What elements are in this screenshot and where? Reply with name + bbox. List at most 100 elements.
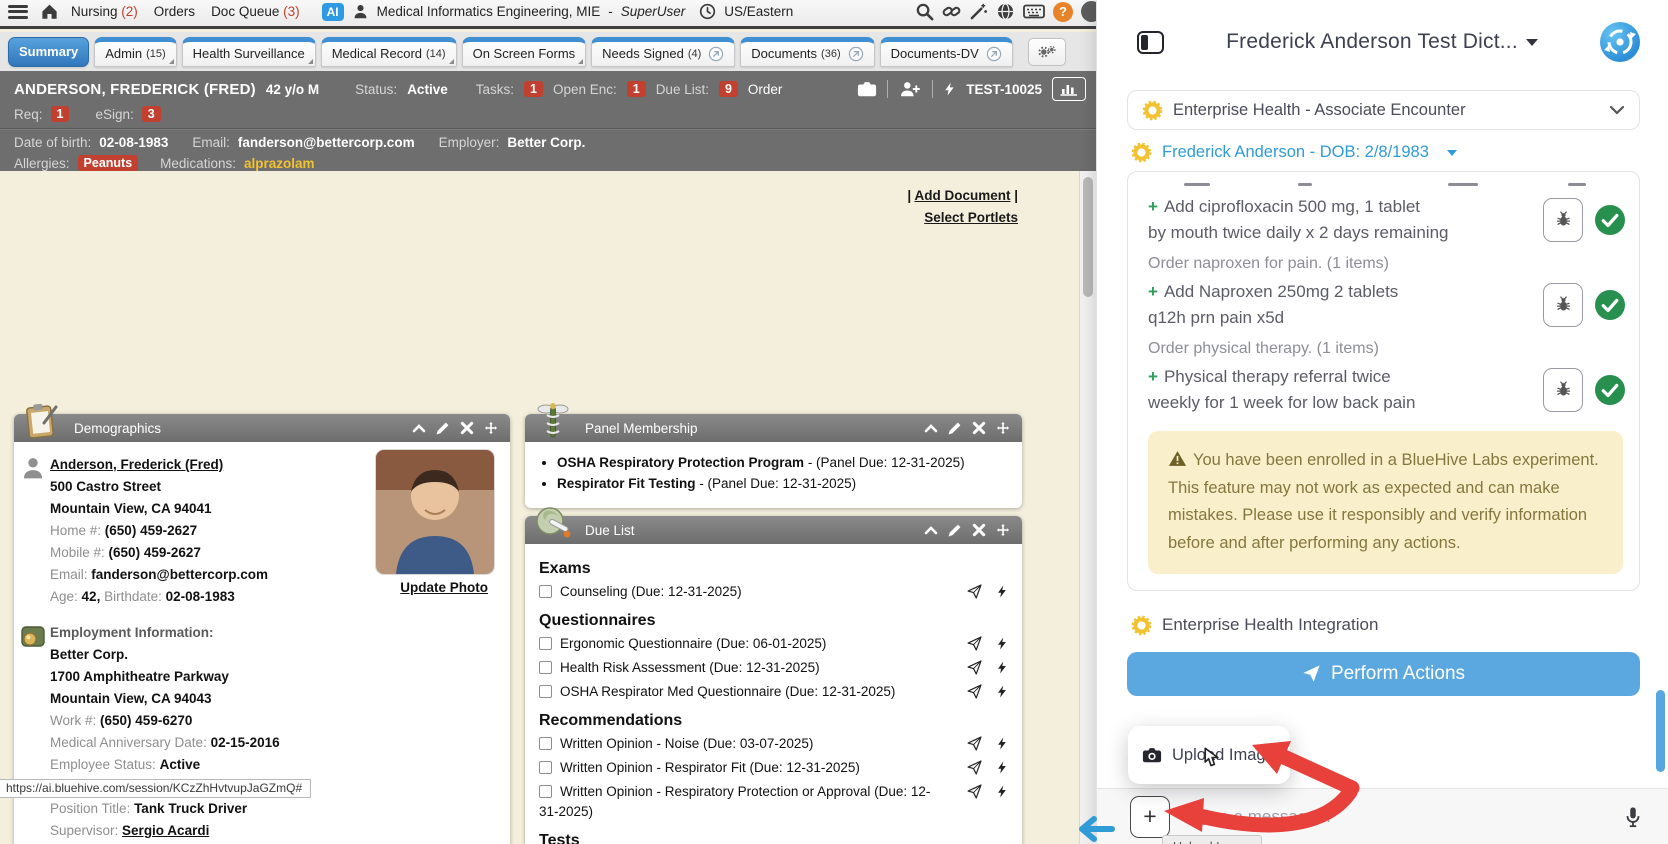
debug-button[interactable] bbox=[1543, 368, 1583, 412]
video-camera-icon[interactable] bbox=[857, 80, 877, 98]
move-icon[interactable] bbox=[996, 523, 1010, 537]
checkbox[interactable] bbox=[539, 685, 552, 698]
send-order-icon[interactable] bbox=[967, 760, 982, 775]
eh-scrollbar[interactable] bbox=[1079, 171, 1096, 844]
tab-needs-signed[interactable]: Needs Signed(4) bbox=[591, 37, 735, 67]
nav-orders[interactable]: Orders bbox=[154, 4, 195, 19]
screen: Nursing (2) Orders Doc Queue (3) AI Medi… bbox=[0, 0, 1668, 844]
encounter-card[interactable]: Enterprise Health - Associate Encounter bbox=[1127, 90, 1640, 130]
status-url: https://ai.bluehive.com/session/KCzZhHvt… bbox=[0, 779, 311, 798]
tab-settings-button[interactable] bbox=[1028, 38, 1066, 66]
wand-icon[interactable] bbox=[969, 2, 988, 21]
collapse-icon[interactable] bbox=[924, 523, 938, 537]
allergy-badge[interactable]: Peanuts bbox=[78, 155, 139, 171]
checkbox[interactable] bbox=[539, 761, 552, 774]
quick-action-icon[interactable] bbox=[996, 784, 1008, 799]
order-link[interactable]: Order bbox=[748, 82, 783, 97]
due-list-badge[interactable]: 9 bbox=[719, 81, 738, 97]
help-icon[interactable]: ? bbox=[1053, 2, 1073, 22]
avatar[interactable] bbox=[1081, 1, 1096, 22]
edit-icon[interactable] bbox=[948, 421, 962, 435]
move-icon[interactable] bbox=[484, 421, 498, 435]
collapse-icon[interactable] bbox=[412, 421, 426, 435]
medication-value[interactable]: alprazolam bbox=[244, 156, 315, 171]
tab-medical-record[interactable]: Medical Record(14) bbox=[321, 37, 457, 67]
send-order-icon[interactable] bbox=[967, 636, 982, 651]
home-icon[interactable] bbox=[40, 2, 59, 21]
checkbox[interactable] bbox=[539, 661, 552, 674]
add-person-icon[interactable] bbox=[898, 80, 922, 98]
tasks-badge[interactable]: 1 bbox=[524, 81, 543, 97]
quick-action-icon[interactable] bbox=[996, 636, 1008, 651]
integration-sun-icon bbox=[1131, 615, 1152, 636]
sidebar-toggle-icon[interactable] bbox=[1137, 31, 1164, 54]
action-group-header: Order physical therapy. (1 items) bbox=[1148, 340, 1625, 358]
esign-badge[interactable]: 3 bbox=[142, 106, 161, 122]
due-list-icon bbox=[533, 503, 573, 543]
link-icon[interactable] bbox=[942, 2, 961, 21]
quick-action-icon[interactable] bbox=[996, 684, 1008, 699]
open-external-icon[interactable] bbox=[986, 46, 1002, 62]
open-external-icon[interactable] bbox=[708, 46, 724, 62]
clock-icon[interactable] bbox=[699, 2, 716, 21]
debug-button[interactable] bbox=[1543, 283, 1583, 327]
close-icon[interactable] bbox=[972, 421, 986, 435]
checkbox[interactable] bbox=[539, 585, 552, 598]
tab-on-screen-forms[interactable]: On Screen Forms bbox=[462, 37, 587, 67]
patient-email: fanderson@bettercorp.com bbox=[238, 135, 415, 150]
message-input[interactable] bbox=[1190, 806, 1602, 828]
debug-button[interactable] bbox=[1543, 198, 1583, 242]
attach-button[interactable]: + bbox=[1130, 796, 1170, 838]
close-icon[interactable] bbox=[460, 421, 474, 435]
collapse-icon[interactable] bbox=[924, 421, 938, 435]
checkbox[interactable] bbox=[539, 737, 552, 750]
patient-name-link[interactable]: Anderson, Frederick (Fred) bbox=[50, 457, 223, 472]
eh-scrollbar-thumb[interactable] bbox=[1083, 177, 1093, 297]
quick-action-icon[interactable] bbox=[996, 584, 1008, 599]
checkbox[interactable] bbox=[539, 637, 552, 650]
keyboard-icon[interactable] bbox=[1023, 2, 1045, 21]
panel-scrollbar-thumb[interactable] bbox=[1656, 690, 1665, 772]
tab-health-surveillance[interactable]: Health Surveillance bbox=[182, 37, 316, 67]
perform-actions-button[interactable]: Perform Actions bbox=[1127, 652, 1640, 696]
nav-nursing[interactable]: Nursing (2) bbox=[71, 4, 138, 19]
send-order-icon[interactable] bbox=[967, 660, 982, 675]
quick-action-icon[interactable] bbox=[996, 760, 1008, 775]
open-external-icon[interactable] bbox=[848, 46, 864, 62]
session-title[interactable]: Frederick Anderson Test Dict... bbox=[1164, 30, 1600, 54]
send-order-icon[interactable] bbox=[967, 784, 982, 799]
open-enc-badge[interactable]: 1 bbox=[627, 81, 646, 97]
tab-admin[interactable]: Admin(15) bbox=[94, 37, 176, 67]
quick-action-icon[interactable] bbox=[996, 660, 1008, 675]
lightning-icon[interactable] bbox=[943, 80, 956, 98]
menu-icon[interactable] bbox=[8, 5, 28, 19]
patient-context-link[interactable]: Frederick Anderson - DOB: 2/8/1983 bbox=[1131, 142, 1640, 163]
tab-summary[interactable]: Summary bbox=[8, 37, 89, 67]
add-document-link[interactable]: Add Document bbox=[914, 188, 1010, 203]
move-icon[interactable] bbox=[996, 421, 1010, 435]
nav-doc-queue[interactable]: Doc Queue (3) bbox=[211, 4, 300, 19]
microphone-icon[interactable] bbox=[1622, 806, 1644, 828]
send-order-icon[interactable] bbox=[967, 684, 982, 699]
edit-icon[interactable] bbox=[948, 523, 962, 537]
quick-action-icon[interactable] bbox=[996, 736, 1008, 751]
chevron-down-icon[interactable] bbox=[1526, 39, 1538, 46]
supervisor-link[interactable]: Sergio Acardi bbox=[122, 823, 209, 838]
send-order-icon[interactable] bbox=[967, 736, 982, 751]
nav-nursing-count: (2) bbox=[121, 4, 138, 19]
tab-documents[interactable]: Documents(36) bbox=[740, 37, 874, 67]
req-badge[interactable]: 1 bbox=[51, 106, 70, 122]
close-icon[interactable] bbox=[972, 523, 986, 537]
chart-stats-button[interactable] bbox=[1052, 77, 1086, 101]
edit-icon[interactable] bbox=[436, 421, 450, 435]
globe-icon[interactable] bbox=[996, 2, 1015, 21]
upload-image-menu-item[interactable]: Upload Image bbox=[1128, 726, 1290, 784]
checkbox[interactable] bbox=[539, 785, 552, 798]
chevron-down-icon[interactable] bbox=[1609, 102, 1625, 118]
select-portlets-link[interactable]: Select Portlets bbox=[924, 210, 1018, 225]
assistant-panel: Frederick Anderson Test Dict... Enterpri… bbox=[1096, 0, 1668, 844]
search-icon[interactable] bbox=[915, 2, 934, 21]
tab-documents-dv[interactable]: Documents-DV bbox=[880, 37, 1013, 67]
send-order-icon[interactable] bbox=[967, 584, 982, 599]
ai-badge[interactable]: AI bbox=[322, 3, 344, 21]
